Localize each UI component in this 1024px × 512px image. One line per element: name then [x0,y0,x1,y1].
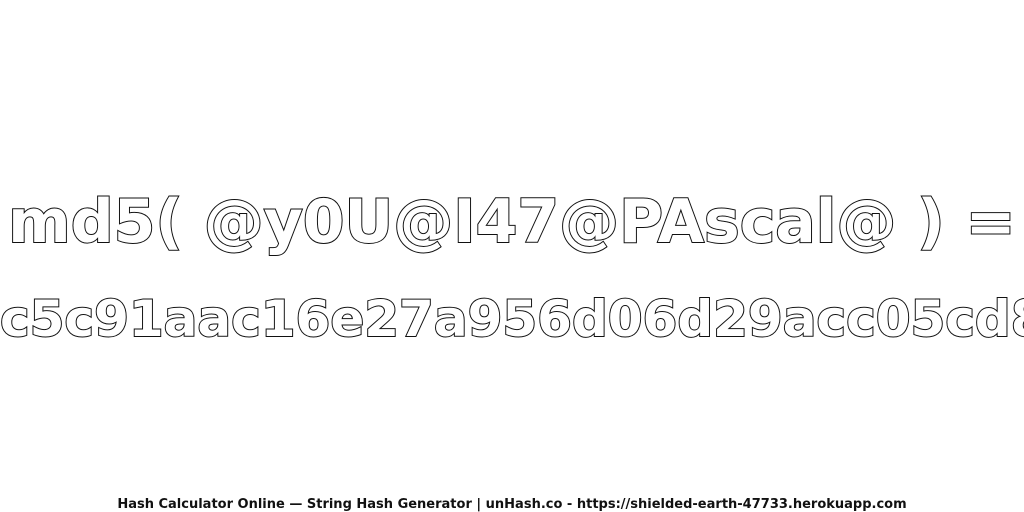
hash-digest: c5c91aac16e27a956d06d29acc05cd8c [0,289,1024,349]
hash-expression: md5( @y0U@I47@PAscal@ ) = [7,186,1017,258]
footer-caption: Hash Calculator Online — String Hash Gen… [117,497,907,512]
